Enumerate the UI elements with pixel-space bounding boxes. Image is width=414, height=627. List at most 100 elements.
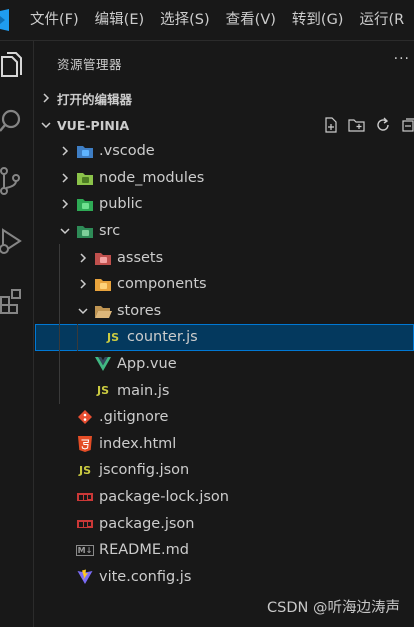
tree-item-label: .vscode [99,143,155,160]
new-file-icon[interactable] [322,116,340,134]
open-editors-label: 打开的编辑器 [57,91,133,107]
run-debug-icon[interactable] [0,221,34,261]
tree-item-label: package.json [99,515,195,532]
tree-folder-row[interactable]: stores [35,297,414,325]
chevron-right-icon [57,143,73,159]
source-control-icon[interactable] [0,161,34,201]
tree-file-row[interactable]: .gitignore [35,404,414,431]
tree-folder-row[interactable]: node_modules [35,165,414,192]
open-editors-section[interactable]: 打开的编辑器 [35,85,414,111]
menu-selection[interactable]: 选择(S) [152,0,218,41]
search-icon[interactable] [0,101,34,141]
components-folder-icon [94,275,112,293]
extensions-icon[interactable] [0,281,34,321]
tree-folder-row[interactable]: public [35,191,414,218]
menu-edit[interactable]: 编辑(E) [87,0,152,41]
vscode-folder-icon [76,142,94,160]
tree-item-label: counter.js [127,329,198,346]
indent-guide [59,324,60,351]
vite-file-icon [76,568,94,586]
menu-go[interactable]: 转到(G) [284,0,352,41]
project-section[interactable]: VUE-PINIA [35,112,414,138]
git-file-icon [76,408,94,426]
explorer-icon[interactable] [0,47,34,87]
tree-item-label: package-lock.json [99,489,229,506]
src-folder-icon [76,222,94,240]
refresh-icon[interactable] [374,116,392,134]
tree-item-label: main.js [117,382,170,399]
tree-folder-row[interactable]: .vscode [35,138,414,165]
collapse-all-icon[interactable] [400,116,414,134]
sidebar-title: 资源管理器 [57,56,123,72]
node-modules-folder-icon [76,169,94,187]
jsconfig-file-icon: JS [78,463,91,477]
tree-item-label: README.md [99,542,189,559]
indent-guide [59,244,60,271]
tree-file-row[interactable]: package.json [35,510,414,537]
tree-item-label: public [99,196,143,213]
tree-item-label: node_modules [99,169,205,186]
chevron-down-icon [57,223,73,239]
tree-folder-row[interactable]: components [35,270,414,298]
menu-view[interactable]: 查看(V) [218,0,284,41]
menu-file[interactable]: 文件(F) [22,0,87,41]
js-file-icon: JS [96,384,109,398]
chevron-down-icon [35,120,57,130]
watermark: CSDN @听海边涛声 [267,600,400,616]
chevron-right-icon [57,196,73,212]
tree-file-row[interactable]: vite.config.js [35,564,414,591]
tree-item-label: src [99,223,121,240]
tree-file-row[interactable]: index.html [35,431,414,458]
sidebar-header: 资源管理器 ··· [35,41,414,85]
indent-guide [59,350,60,378]
vue-file-icon [94,355,112,373]
explorer-actions [322,116,414,134]
tree-folder-row[interactable]: assets [35,244,414,271]
more-actions-icon[interactable]: ··· [394,51,410,67]
js-file-icon: JS [106,330,119,344]
indent-guide [59,297,60,325]
npm-lock-file-icon [76,488,94,506]
tree-file-row[interactable]: JS counter.js [35,324,414,351]
tree-item-label: jsconfig.json [99,462,190,479]
tree-item-label: index.html [99,435,177,452]
chevron-right-icon [35,93,57,103]
tree-folder-row[interactable]: src [35,218,414,245]
tree-file-row[interactable]: JS main.js [35,377,414,404]
activity-bar [0,41,34,627]
indent-guide [59,377,60,404]
tree-item-label: assets [117,249,164,266]
tree-item-label: components [117,276,207,293]
tree-file-row[interactable]: package-lock.json [35,484,414,511]
chevron-right-icon [57,170,73,186]
tree-item-label: .gitignore [99,409,169,426]
tree-file-row[interactable]: M↓ README.md [35,537,414,564]
tree-file-row[interactable]: App.vue [35,350,414,378]
explorer-sidebar: 资源管理器 ··· 打开的编辑器 VUE-PINIA .vscode node_… [35,41,414,627]
public-folder-icon [76,195,94,213]
chevron-right-icon [75,276,91,292]
vscode-logo-icon [0,0,22,41]
indent-guide [77,324,78,351]
chevron-down-icon [75,303,91,319]
tree-item-label: stores [117,302,162,319]
new-folder-icon[interactable] [348,116,366,134]
markdown-file-icon: M↓ [75,544,95,556]
menu-run[interactable]: 运行(R [351,0,412,41]
indent-guide [59,270,60,298]
tree-item-label: vite.config.js [99,568,192,585]
assets-folder-icon [94,249,112,267]
tree-file-row[interactable]: JS jsconfig.json [35,457,414,484]
tree-item-label: App.vue [117,356,177,373]
chevron-right-icon [75,250,91,266]
